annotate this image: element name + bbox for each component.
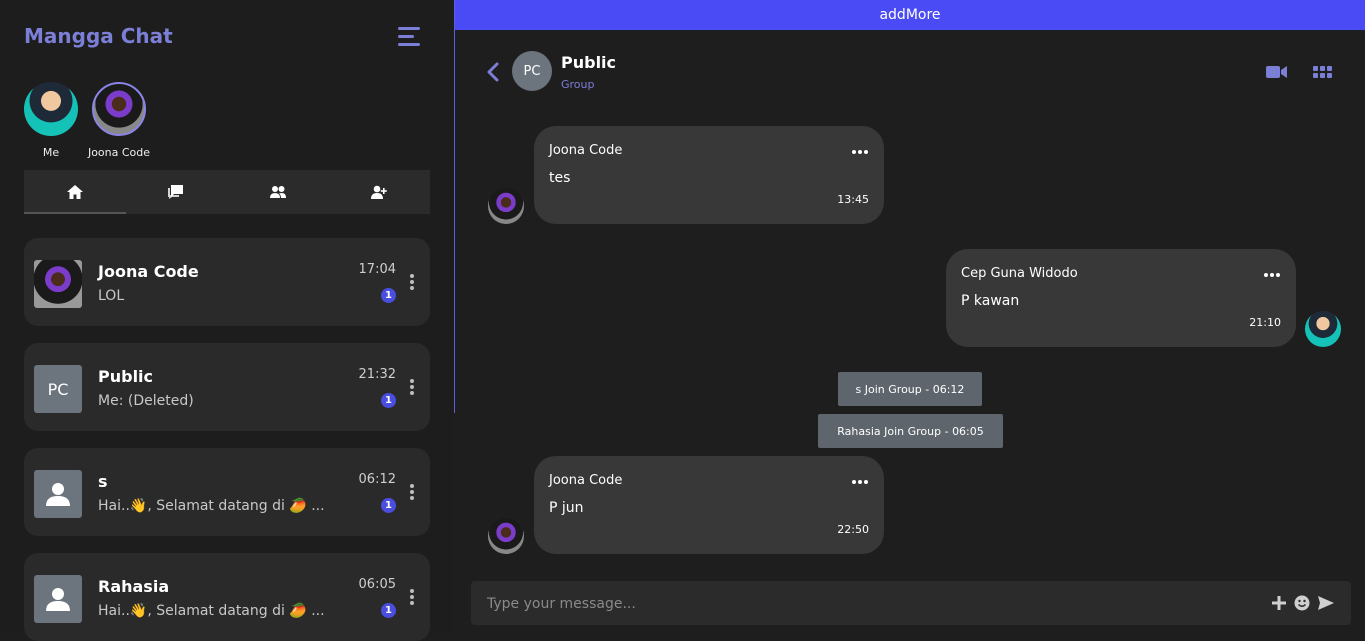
chat-name: Public	[98, 367, 154, 386]
more-vertical-icon[interactable]	[410, 274, 414, 292]
avatar: PC	[34, 365, 82, 413]
unread-badge: 1	[381, 393, 396, 408]
message-time: 13:45	[837, 193, 869, 206]
message-bubble: Joona Code tes 13:45	[534, 126, 884, 224]
message-text: P kawan	[961, 293, 1020, 309]
chat-time: 21:32	[358, 367, 396, 382]
chat-time: 06:12	[358, 472, 396, 487]
user-icon	[34, 470, 82, 518]
chat-preview: LOL	[98, 288, 125, 304]
chat-preview: Hai..👋, Selamat datang di 🥭 ...	[98, 498, 325, 514]
chat-name: s	[98, 472, 108, 491]
more-vertical-icon[interactable]	[410, 484, 414, 502]
conversation-title: Public	[561, 53, 617, 72]
chat-name: Joona Code	[98, 262, 199, 281]
apps-grid-icon[interactable]	[1313, 65, 1333, 81]
chat-item[interactable]: Rahasia Hai..👋, Selamat datang di 🥭 ... …	[24, 553, 430, 641]
conversation-subtitle: Group	[561, 78, 595, 91]
user-icon	[34, 575, 82, 623]
unread-badge: 1	[381, 288, 396, 303]
message-text: tes	[549, 170, 571, 186]
avatar	[24, 82, 78, 136]
chat-time: 17:04	[358, 262, 396, 277]
chat-preview: Me: (Deleted)	[98, 393, 194, 409]
tab-chats[interactable]	[126, 170, 228, 214]
menu-icon[interactable]	[398, 27, 422, 47]
system-message: Rahasia Join Group - 06:05	[818, 414, 1003, 448]
story-label: Joona Code	[87, 146, 151, 159]
add-user-icon	[371, 185, 388, 199]
send-icon[interactable]	[1317, 594, 1335, 612]
message-composer	[471, 581, 1351, 627]
brand-title: Mangga Chat	[24, 24, 173, 48]
chat-preview: Hai..👋, Selamat datang di 🥭 ...	[98, 603, 325, 619]
more-horizontal-icon[interactable]	[1264, 273, 1280, 277]
tab-home[interactable]	[24, 170, 126, 214]
unread-badge: 1	[381, 498, 396, 513]
add-more-bar[interactable]: addMore	[455, 0, 1365, 30]
plus-icon[interactable]	[1270, 594, 1288, 612]
avatar	[34, 260, 82, 308]
message-time: 22:50	[837, 523, 869, 536]
chat-icon	[168, 185, 184, 199]
message-time: 21:10	[1249, 316, 1281, 329]
message-sender: Joona Code	[549, 143, 623, 158]
chat-item[interactable]: Joona Code LOL 17:04 1	[24, 238, 430, 326]
group-avatar: PC	[512, 51, 552, 91]
home-icon	[66, 185, 83, 199]
divider	[454, 0, 455, 413]
tab-groups[interactable]	[227, 170, 329, 214]
unread-badge: 1	[381, 603, 396, 618]
message-bubble: Joona Code P jun 22:50	[534, 456, 884, 554]
chat-time: 06:05	[358, 577, 396, 592]
sidebar-tabs	[24, 170, 430, 214]
system-message: s Join Group - 06:12	[838, 372, 982, 406]
message-input[interactable]	[471, 581, 1259, 627]
more-vertical-icon[interactable]	[410, 379, 414, 397]
story-joona-code[interactable]: Joona Code	[74, 82, 164, 159]
message-sender: Cep Guna Widodo	[961, 266, 1078, 281]
message-bubble: Cep Guna Widodo P kawan 21:10	[946, 249, 1296, 347]
group-icon	[269, 186, 286, 198]
emoji-icon[interactable]	[1293, 594, 1311, 612]
chat-item[interactable]: PC Public Me: (Deleted) 21:32 1	[24, 343, 430, 431]
back-icon[interactable]	[486, 62, 500, 82]
more-horizontal-icon[interactable]	[852, 150, 868, 154]
chat-item[interactable]: s Hai..👋, Selamat datang di 🥭 ... 06:12 …	[24, 448, 430, 536]
avatar	[488, 518, 524, 554]
message-sender: Joona Code	[549, 473, 623, 488]
sidebar: Mangga Chat Me Joona Code Joona Code LOL…	[0, 0, 454, 641]
chat-name: Rahasia	[98, 577, 170, 596]
video-call-icon[interactable]	[1266, 64, 1288, 80]
more-vertical-icon[interactable]	[410, 589, 414, 607]
avatar	[488, 188, 524, 224]
message-text: P jun	[549, 500, 584, 516]
more-horizontal-icon[interactable]	[852, 480, 868, 484]
avatar	[1305, 311, 1341, 347]
avatar	[92, 82, 146, 136]
tab-add-user[interactable]	[329, 170, 431, 214]
